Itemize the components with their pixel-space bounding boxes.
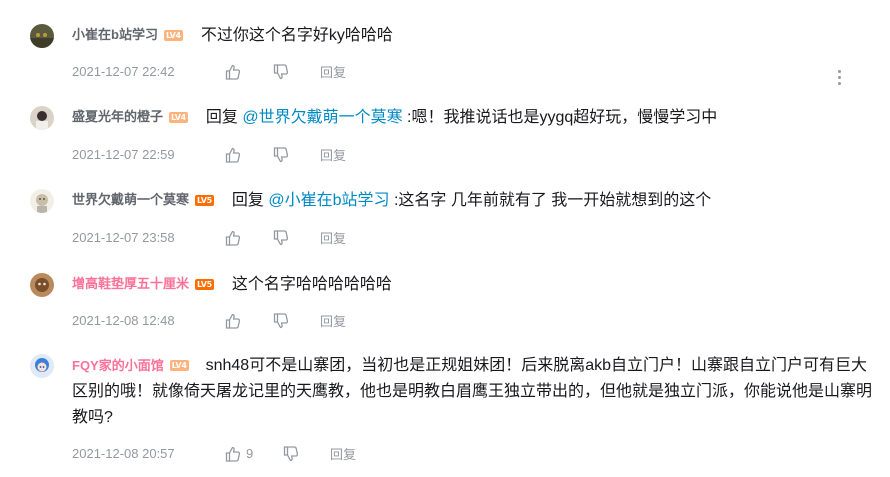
reply-body: :这名字 几年前就有了 我一开始就想到的这个 — [393, 192, 712, 209]
reply-text: 这个名字哈哈哈哈哈哈 — [231, 276, 392, 293]
thumbs-down-icon — [282, 445, 300, 463]
username[interactable]: 小崔在b站学习 — [72, 26, 158, 44]
username[interactable]: 盛夏光年的橙子 — [72, 108, 163, 126]
mention-link[interactable]: @世界欠戴萌一个莫寒 — [242, 109, 402, 126]
reply-button[interactable]: 回复 — [320, 62, 346, 81]
reply-time: 2021-12-07 22:59 — [72, 147, 175, 162]
level-badge: LV5 — [195, 195, 214, 206]
thumbs-up-icon — [224, 312, 242, 330]
reply-button[interactable]: 回复 — [320, 145, 346, 164]
more-dot — [837, 76, 841, 79]
thumbs-up-icon — [224, 63, 242, 81]
level-badge: LV5 — [195, 279, 214, 290]
reply-text-block: FQY家的小面馆 LV4 snh48可不是山寨团，当初也是正规姐妹团！后来脱离akb… — [72, 353, 872, 431]
reply-prefix: 回复 — [205, 109, 238, 126]
thumbs-up-icon — [224, 146, 242, 164]
reply-text: 回复 @世界欠戴萌一个莫寒 :嗯！我推说话也是yygq超好玩，慢慢学习中 — [206, 106, 717, 130]
reply-time: 2021-12-08 12:48 — [72, 313, 175, 328]
reply-time: 2021-12-07 22:42 — [72, 64, 175, 79]
avatar[interactable] — [30, 24, 54, 48]
reply-text: 不过你这个名字好ky哈哈哈 — [200, 27, 393, 44]
dislike-button[interactable] — [272, 312, 320, 330]
avatar[interactable] — [30, 106, 54, 130]
more-options-button[interactable] — [836, 70, 842, 88]
username[interactable]: 世界欠戴萌一个莫寒 — [72, 191, 189, 209]
dislike-button[interactable] — [272, 63, 320, 81]
thumbs-down-icon — [272, 146, 290, 164]
thumbs-down-icon — [272, 63, 290, 81]
reply-button[interactable]: 回复 — [330, 444, 356, 463]
avatar[interactable] — [30, 273, 54, 297]
reply-body: :嗯！我推说话也是yygq超好玩，慢慢学习中 — [407, 109, 718, 126]
reply-button[interactable]: 回复 — [320, 311, 346, 330]
thumbs-up-icon — [224, 445, 242, 463]
level-badge: LV4 — [163, 30, 183, 41]
avatar[interactable] — [30, 354, 54, 378]
reply-prefix: 回复 — [231, 192, 264, 209]
reply-text: 回复 @小崔在b站学习 :这名字 几年前就有了 我一开始就想到的这个 — [232, 189, 711, 213]
username[interactable]: 增高鞋垫厚五十厘米 — [72, 275, 189, 293]
like-button[interactable] — [224, 146, 272, 164]
dislike-button[interactable] — [272, 146, 320, 164]
more-dot — [837, 82, 841, 85]
thumbs-up-icon — [224, 229, 242, 247]
username[interactable]: FQY家的小面馆 — [72, 358, 164, 373]
like-button[interactable] — [224, 312, 272, 330]
reply-text: snh48可不是山寨团，当初也是正规姐妹团！后来脱离akb自立门户！山寨跟自立门… — [72, 357, 873, 426]
reply-button[interactable]: 回复 — [320, 228, 346, 247]
reply-time: 2021-12-07 23:58 — [72, 230, 175, 245]
level-badge: LV4 — [169, 112, 188, 123]
reply-time: 2021-12-08 20:57 — [72, 446, 175, 461]
mention-link[interactable]: @小崔在b站学习 — [268, 192, 389, 209]
like-button[interactable] — [224, 63, 272, 81]
more-vertical-icon — [837, 70, 841, 73]
like-button[interactable]: 9 — [224, 445, 282, 463]
level-badge: LV4 — [169, 360, 189, 371]
thumbs-down-icon — [272, 229, 290, 247]
like-button[interactable] — [224, 229, 272, 247]
thumbs-down-icon — [272, 312, 290, 330]
dislike-button[interactable] — [272, 229, 320, 247]
dislike-button[interactable] — [282, 445, 330, 463]
like-count: 9 — [246, 446, 254, 461]
avatar[interactable] — [30, 189, 54, 213]
